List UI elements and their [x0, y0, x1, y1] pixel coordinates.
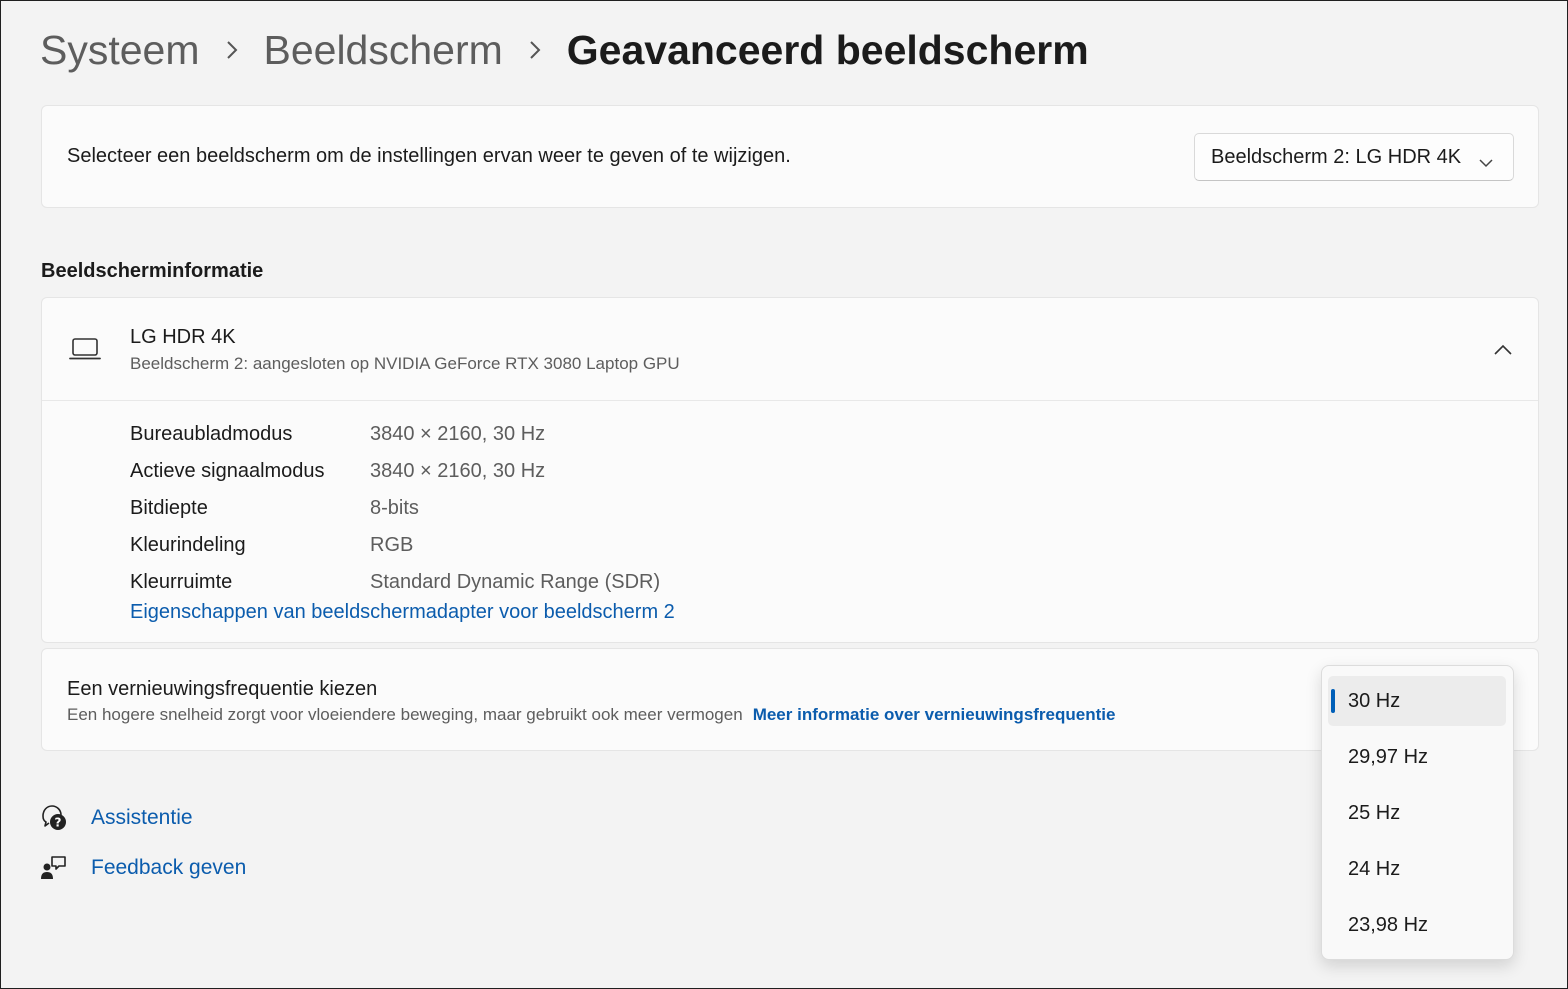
display-info-card: LG HDR 4K Beeldscherm 2: aangesloten op …: [41, 297, 1539, 643]
selection-indicator: [1331, 689, 1335, 713]
display-name: LG HDR 4K: [130, 326, 236, 348]
breadcrumb-beeldscherm[interactable]: Beeldscherm: [264, 27, 503, 74]
display-select-card: Selecteer een beeldscherm om de instelli…: [41, 105, 1539, 208]
chevron-up-icon[interactable]: [1489, 338, 1517, 362]
option-label: 25 Hz: [1348, 801, 1401, 824]
refresh-rate-description-line: Een hogere snelheid zorgt voor vloeiende…: [67, 705, 1115, 725]
info-value: RGB: [370, 534, 414, 556]
option-label: 23,98 Hz: [1348, 913, 1429, 936]
help-link-label: Feedback geven: [91, 856, 247, 879]
info-label: Kleurruimte: [130, 571, 233, 593]
help-chat-icon: ?: [40, 803, 91, 833]
info-label: Bureaubladmodus: [130, 423, 293, 445]
refresh-rate-title: Een vernieuwingsfrequentie kiezen: [67, 678, 378, 700]
section-title-display-info: Beeldscherminformatie: [41, 260, 264, 282]
display-select-dropdown[interactable]: Beeldscherm 2: LG HDR 4K: [1194, 133, 1514, 181]
feedback-icon: [40, 853, 91, 883]
adapter-properties-link[interactable]: Eigenschappen van beeldschermadapter voo…: [130, 601, 675, 624]
info-value: 3840 × 2160, 30 Hz: [370, 460, 546, 482]
option-label: 24 Hz: [1348, 857, 1401, 880]
display-info-rows: Bureaubladmodus 3840 × 2160, 30 Hz Actie…: [130, 416, 660, 601]
info-value: Standard Dynamic Range (SDR): [370, 571, 661, 593]
display-info-header[interactable]: LG HDR 4K Beeldscherm 2: aangesloten op …: [42, 298, 1538, 401]
info-row-color-format: Kleurindeling RGB: [130, 527, 660, 564]
refresh-rate-description: Een hogere snelheid zorgt voor vloeiende…: [67, 705, 743, 724]
option-label: 29,97 Hz: [1348, 745, 1429, 768]
refresh-rate-card: Een vernieuwingsfrequentie kiezen Een ho…: [41, 648, 1539, 751]
info-label: Kleurindeling: [130, 534, 246, 556]
info-label: Bitdiepte: [130, 497, 208, 519]
display-subtitle: Beeldscherm 2: aangesloten op NVIDIA GeF…: [130, 354, 680, 373]
chevron-right-icon: [503, 24, 567, 76]
info-row-color-space: Kleurruimte Standard Dynamic Range (SDR): [130, 564, 660, 601]
info-row-active-signal-mode: Actieve signaalmodus 3840 × 2160, 30 Hz: [130, 453, 660, 490]
chevron-down-icon: [1479, 151, 1493, 174]
breadcrumb: Systeem Beeldscherm Geavanceerd beeldsch…: [40, 24, 1089, 76]
page-title: Geavanceerd beeldscherm: [566, 26, 1089, 73]
option-label: 30 Hz: [1348, 689, 1401, 712]
refresh-rate-option[interactable]: 25 Hz: [1328, 788, 1506, 838]
refresh-rate-option[interactable]: 24 Hz: [1328, 844, 1506, 894]
display-select-value: Beeldscherm 2: LG HDR 4K: [1211, 145, 1462, 168]
info-value: 8-bits: [370, 497, 419, 519]
info-value: 3840 × 2160, 30 Hz: [370, 423, 546, 445]
help-link-feedback[interactable]: Feedback geven: [40, 853, 246, 883]
laptop-icon: [69, 337, 101, 366]
svg-text:?: ?: [55, 816, 62, 830]
info-row-bit-depth: Bitdiepte 8-bits: [130, 490, 660, 527]
refresh-rate-dropdown-list: 30 Hz 29,97 Hz 25 Hz 24 Hz 23,98 Hz: [1321, 665, 1514, 960]
refresh-rate-option[interactable]: 29,97 Hz: [1328, 732, 1506, 782]
refresh-rate-info-link[interactable]: Meer informatie over vernieuwingsfrequen…: [753, 705, 1116, 724]
help-link-label: Assistentie: [91, 806, 193, 829]
chevron-right-icon: [200, 24, 264, 76]
help-link-assistentie[interactable]: ? Assistentie: [40, 803, 193, 833]
refresh-rate-option[interactable]: 23,98 Hz: [1328, 900, 1506, 950]
breadcrumb-systeem[interactable]: Systeem: [40, 27, 200, 74]
display-select-label: Selecteer een beeldscherm om de instelli…: [67, 145, 791, 167]
refresh-rate-option[interactable]: 30 Hz: [1328, 676, 1506, 726]
info-row-desktop-mode: Bureaubladmodus 3840 × 2160, 30 Hz: [130, 416, 660, 453]
info-label: Actieve signaalmodus: [130, 460, 325, 482]
